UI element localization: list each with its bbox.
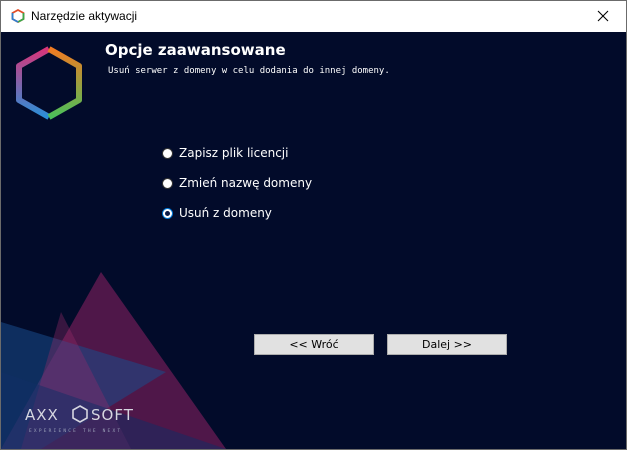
title-bar: Narzędzie aktywacji <box>1 1 626 31</box>
radio-save-license[interactable] <box>162 147 173 159</box>
activation-tool-window: Narzędzie aktywacji Opcje zaawansowane U… <box>0 0 627 450</box>
wizard-content: Opcje zaawansowane Usuń serwer z domeny … <box>1 32 626 449</box>
back-button[interactable]: << Wróć <box>254 334 374 355</box>
radio-rename-domain[interactable] <box>162 177 173 189</box>
option-rename-domain-label: Zmień nazwę domeny <box>179 176 313 190</box>
axxon-hexagon-logo <box>16 46 82 120</box>
close-button[interactable] <box>580 1 626 31</box>
app-hexagon-icon <box>11 9 25 23</box>
page-subtitle: Usuń serwer z domeny w celu dodania do i… <box>108 66 390 76</box>
axxonsoft-logo: AXX SOFT EXPERIENCE THE NEXT <box>25 405 134 434</box>
svg-text:AXX: AXX <box>25 406 59 424</box>
page-title: Opcje zaawansowane <box>105 41 286 59</box>
next-button[interactable]: Dalej >> <box>387 334 507 355</box>
option-rename-domain[interactable]: Zmień nazwę domeny <box>162 174 312 192</box>
close-icon <box>597 10 609 22</box>
radio-remove-from-domain[interactable] <box>162 207 173 219</box>
option-save-license[interactable]: Zapisz plik licencji <box>162 144 288 162</box>
svg-text:EXPERIENCE THE NEXT: EXPERIENCE THE NEXT <box>29 428 122 434</box>
window-title: Narzędzie aktywacji <box>31 9 138 23</box>
option-remove-from-domain[interactable]: Usuń z domeny <box>162 204 272 222</box>
option-save-license-label: Zapisz plik licencji <box>179 146 289 160</box>
svg-text:SOFT: SOFT <box>91 406 134 424</box>
option-remove-from-domain-label: Usuń z domeny <box>179 206 272 220</box>
